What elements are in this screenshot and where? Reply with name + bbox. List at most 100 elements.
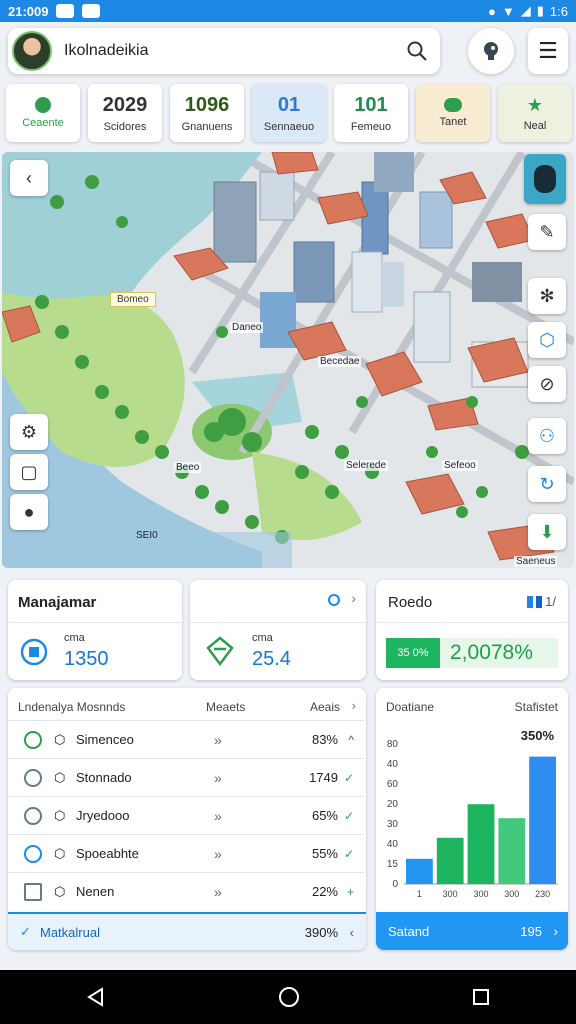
home-nav-icon[interactable] xyxy=(278,986,300,1008)
metric-card[interactable]: › cma 25.4 xyxy=(190,580,366,680)
list-footer-label: Matkalrual xyxy=(40,924,100,940)
city-map[interactable]: ‹ ⚙ ▢ ● ✎ ✻ ⬡ ⊘ ⚇ ↻ ⬇ Bomeo Daneo Beceda… xyxy=(2,152,574,568)
check-icon[interactable]: ✓ xyxy=(344,809,354,823)
check-icon[interactable]: ✓ xyxy=(344,771,354,785)
list-item-value: 1749 xyxy=(309,770,338,785)
notification-icon xyxy=(56,4,75,18)
settings-icon: ⚙ xyxy=(20,421,38,442)
compass-icon: ⊘ xyxy=(539,373,555,394)
rooted-card[interactable]: Roedo 1/ 35 0% 2,0078% xyxy=(376,580,568,680)
avatar[interactable] xyxy=(12,31,52,71)
mini-label: cma xyxy=(64,632,85,644)
card-title: Manajamar xyxy=(18,594,97,611)
hamburger-icon: ☰ xyxy=(538,38,558,63)
user-location-button[interactable] xyxy=(524,154,566,204)
map-side-button[interactable]: ✻ xyxy=(528,278,566,314)
list-item-value: 55% xyxy=(311,846,338,861)
stat-card[interactable]: ★ Neal xyxy=(498,84,572,142)
people-icon: ⚇ xyxy=(538,425,556,446)
profile-button[interactable] xyxy=(468,28,514,74)
chevron-right-icon[interactable]: › xyxy=(351,590,356,606)
layers-icon: ▢ xyxy=(20,461,38,482)
top-bar: Ikolnadeikia ☰ xyxy=(0,24,576,80)
y-tick-label: 15 xyxy=(387,859,399,870)
arrow-left-icon: ‹ xyxy=(26,167,32,188)
map-side-button[interactable]: ⊘ xyxy=(528,366,566,402)
stat-card[interactable]: Tanet xyxy=(416,84,490,142)
divider xyxy=(190,622,366,623)
map-place-label[interactable]: Daneo xyxy=(230,322,264,333)
list-item[interactable]: ⬡ Stonnado » 1749 ✓ xyxy=(8,758,364,796)
map-place-label[interactable]: Selerede xyxy=(344,460,389,471)
map-tool-button[interactable]: ● xyxy=(10,494,48,530)
signal-icon: ◢ xyxy=(520,3,531,18)
status-right: ● ▼ ◢ ▮ 1:6 xyxy=(488,3,568,19)
wifi-icon: ▼ xyxy=(501,3,515,19)
map-side-button[interactable]: ✎ xyxy=(528,214,566,250)
percent-badge: 35 0% xyxy=(386,638,440,668)
app-notification-icon xyxy=(82,4,101,18)
list-item[interactable]: ⬡ Nenen » 22% + xyxy=(8,872,364,910)
card-value: 25.4 xyxy=(252,648,291,670)
list-item[interactable]: ⬡ Spoeabhte » 55% ✓ xyxy=(8,834,364,872)
map-callout[interactable]: Bomeo xyxy=(110,292,156,307)
back-nav-icon[interactable] xyxy=(86,987,106,1007)
chart-header: Stafistet xyxy=(514,700,558,714)
chart-bar[interactable] xyxy=(529,756,556,884)
back-button[interactable]: ‹ xyxy=(10,160,48,196)
add-icon[interactable]: + xyxy=(347,885,354,899)
chart-bar[interactable] xyxy=(406,858,433,884)
status-bar: 21:009 ● ▼ ◢ ▮ 1:6 xyxy=(0,0,576,22)
y-tick-label: 60 xyxy=(387,779,399,790)
arrow-icon: » xyxy=(214,807,222,824)
chevron-right-icon[interactable]: › xyxy=(352,698,356,713)
puzzle-icon: ✻ xyxy=(539,285,555,306)
map-tool-button[interactable]: ▢ xyxy=(10,454,48,490)
x-tick-label: 300 xyxy=(443,889,458,899)
arrow-icon: » xyxy=(214,731,222,748)
map-canvas xyxy=(2,152,574,568)
stat-card[interactable]: 101 Femeuo xyxy=(334,84,408,142)
stats-row: Ceaente 2029 Scidores 1096 Gnanuens 01 S… xyxy=(6,84,572,142)
menu-button[interactable]: ☰ xyxy=(528,28,568,74)
map-side-button[interactable]: ⬡ xyxy=(528,322,566,358)
status-battery-text: 1:6 xyxy=(549,3,568,19)
map-place-label[interactable]: Becedae xyxy=(318,356,362,367)
map-side-button[interactable]: ↻ xyxy=(528,466,566,502)
list-footer[interactable]: ✓ Matkalrual 390% ‹ xyxy=(8,912,366,950)
info-icon xyxy=(328,594,340,606)
header-title: Ikolnadeikia xyxy=(64,42,149,59)
map-place-label[interactable]: Sefeoo xyxy=(442,460,478,471)
chart-bar[interactable] xyxy=(498,818,526,884)
stat-card[interactable]: Ceaente xyxy=(6,84,80,142)
stat-card[interactable]: 01 Sennaeuo xyxy=(252,84,326,142)
chevron-left-icon[interactable]: ‹ xyxy=(350,925,354,940)
pencil-icon: ✎ xyxy=(539,221,555,242)
map-tool-button[interactable]: ⚙ xyxy=(10,414,48,450)
list-item[interactable]: ⬡ Jryedooo » 65% ✓ xyxy=(8,796,364,834)
map-place-label[interactable]: Saeneus xyxy=(514,556,558,567)
shield-icon xyxy=(20,638,48,666)
map-side-button[interactable]: ⚇ xyxy=(528,418,566,454)
management-card[interactable]: Manajamar cma 1350 xyxy=(8,580,182,680)
list-card: Lndenalya Mosnnds Meaets Aeais › ⬡ Simen… xyxy=(8,688,366,950)
status-icon xyxy=(24,768,42,787)
chart-bar[interactable] xyxy=(467,804,495,884)
list-header: Lndenalya Mosnnds xyxy=(18,700,126,714)
map-side-button[interactable]: ⬇ xyxy=(528,514,566,550)
list-item-value: 22% xyxy=(311,884,338,899)
stat-card[interactable]: 2029 Scidores xyxy=(88,84,162,142)
list-item-chevron[interactable]: ^ xyxy=(348,733,354,747)
stat-card[interactable]: 1096 Gnanuens xyxy=(170,84,244,142)
map-place-label[interactable]: Beeo xyxy=(174,462,202,473)
search-bar[interactable]: Ikolnadeikia xyxy=(8,28,440,74)
chart-footer[interactable]: Satand 195 › xyxy=(376,912,568,950)
x-tick-label: 300 xyxy=(473,889,488,899)
chevron-right-icon[interactable]: › xyxy=(553,923,558,939)
chart-bar[interactable] xyxy=(436,837,464,884)
search-icon[interactable] xyxy=(406,40,428,62)
check-icon[interactable]: ✓ xyxy=(344,847,354,861)
recents-nav-icon[interactable] xyxy=(472,988,490,1006)
list-item[interactable]: ⬡ Simenceo » 83% ^ xyxy=(8,720,364,758)
x-tick-label: 300 xyxy=(504,889,519,899)
